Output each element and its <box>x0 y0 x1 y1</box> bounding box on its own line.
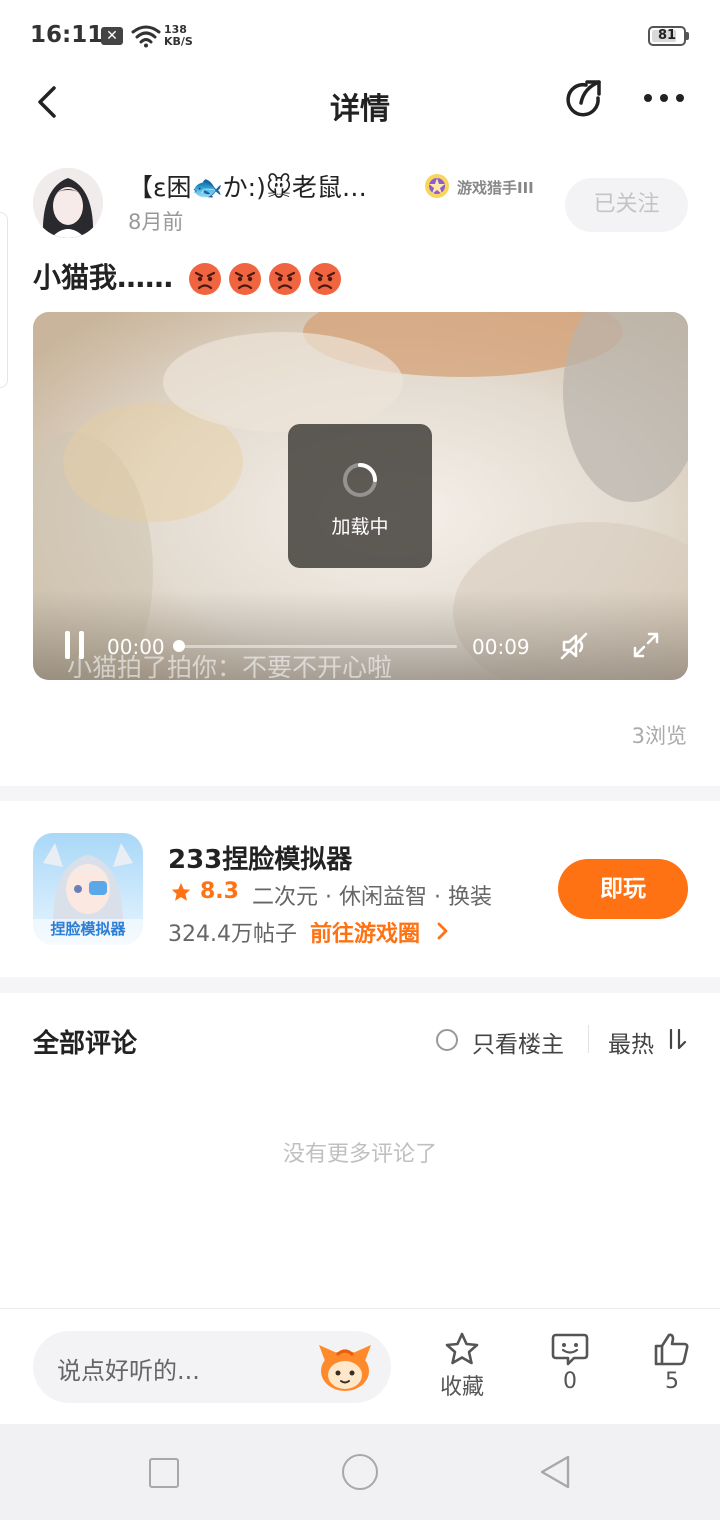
current-time: 00:00 <box>107 635 165 659</box>
loading-text: 加载中 <box>331 516 389 538</box>
pause-icon[interactable] <box>63 630 87 660</box>
fullscreen-icon[interactable] <box>631 630 661 660</box>
sort-icon[interactable] <box>665 1027 687 1051</box>
favorite-label: 收藏 <box>439 1375 484 1400</box>
comments-header: 全部评论 只看楼主 最热 <box>0 993 720 1083</box>
network-speed: 138 KB/S <box>164 24 193 48</box>
thumbs-up-icon <box>654 1333 689 1366</box>
post-title: 小猫我…… <box>33 256 347 297</box>
chevron-right-icon[interactable] <box>436 921 450 941</box>
home-icon[interactable] <box>342 1454 378 1490</box>
no-more-comments: 没有更多评论了 <box>282 1142 437 1167</box>
author-name[interactable]: 【ε困🐟か:)🐭老鼠… <box>128 168 408 204</box>
more-options-icon[interactable] <box>640 88 688 108</box>
battery-tip <box>686 32 689 40</box>
video-player[interactable]: 小猫拍了拍你：不要不开心啦 加载中 00:00 00:09 <box>33 312 688 680</box>
battery-level: 81 <box>657 28 677 43</box>
favorite-action[interactable]: 收藏 <box>422 1331 502 1401</box>
status-time: 16:11 <box>30 22 104 48</box>
mascot-icon[interactable] <box>315 1341 375 1393</box>
status-bar: 16:11 ✕ 138 KB/S 81 <box>0 0 720 72</box>
game-icon-label: 捏脸模拟器 <box>50 920 126 938</box>
loading-spinner-icon <box>343 463 377 497</box>
comment-action[interactable]: 0 <box>530 1331 610 1394</box>
play-now-button[interactable]: 即玩 <box>558 859 688 919</box>
comment-input[interactable]: 说点好听的... <box>33 1331 391 1403</box>
only-op-filter[interactable]: 只看楼主 <box>472 1025 564 1059</box>
progress-knob[interactable] <box>173 640 185 652</box>
notification-x-icon: ✕ <box>101 27 123 45</box>
game-icon[interactable]: 捏脸模拟器 <box>33 833 143 945</box>
recent-apps-icon[interactable] <box>149 1458 179 1488</box>
nav-back-icon[interactable] <box>538 1454 572 1490</box>
top-bar: 详情 <box>0 72 720 134</box>
angry-face-icon <box>188 263 221 295</box>
comment-input-placeholder: 说点好听的... <box>57 1357 200 1385</box>
follow-button[interactable]: 已关注 <box>565 178 688 232</box>
angry-face-icon <box>308 263 341 295</box>
goto-game-circle-link[interactable]: 前往游戏圈 <box>310 916 420 948</box>
badge-label: 游戏猎手III <box>457 179 534 197</box>
author-avatar[interactable] <box>33 168 103 238</box>
angry-face-icon <box>268 263 301 295</box>
angry-face-icon <box>228 263 261 295</box>
wifi-icon <box>131 25 161 48</box>
post-title-text: 小猫我…… <box>33 261 174 294</box>
network-speed-unit: KB/S <box>164 35 193 48</box>
view-count: 3浏览 <box>631 724 687 748</box>
game-hunter-badge-icon <box>425 174 449 198</box>
progress-bar[interactable] <box>175 645 457 648</box>
bottom-action-bar: 说点好听的... 收藏 0 5 <box>0 1308 720 1424</box>
mute-icon[interactable] <box>558 630 590 662</box>
sort-hot-button[interactable]: 最热 <box>608 1025 654 1059</box>
game-tags: 二次元 · 休闲益智 · 换装 <box>252 885 492 910</box>
game-name[interactable]: 233捏脸模拟器 <box>168 839 352 876</box>
filter-divider <box>588 1025 589 1053</box>
loading-indicator: 加载中 <box>288 424 432 568</box>
like-count: 5 <box>665 1369 679 1394</box>
author-row: 【ε困🐟か:)🐭老鼠… 8月前 游戏猎手III 已关注 <box>0 168 720 248</box>
section-divider <box>0 977 720 993</box>
side-drawer-handle[interactable] <box>0 212 8 388</box>
game-card[interactable]: 捏脸模拟器 233捏脸模拟器 8.3 二次元 · 休闲益智 · 换装 324.4… <box>0 801 720 977</box>
game-rating: 8.3 <box>200 879 239 904</box>
star-outline-icon <box>445 1332 479 1365</box>
battery-icon: 81 <box>648 26 686 46</box>
section-divider <box>0 786 720 801</box>
page-title: 详情 <box>330 92 390 127</box>
like-action[interactable]: 5 <box>632 1331 712 1394</box>
angry-emoji-row <box>187 261 347 297</box>
post-time: 8月前 <box>128 210 184 234</box>
star-icon <box>171 882 191 901</box>
game-post-count: 324.4万帖子 <box>168 922 297 947</box>
comments-title: 全部评论 <box>33 1029 138 1059</box>
share-icon[interactable] <box>562 78 606 122</box>
comment-bubble-icon <box>551 1333 589 1366</box>
radio-unchecked-icon[interactable] <box>435 1028 459 1052</box>
comment-count: 0 <box>563 1369 577 1394</box>
system-nav-bar <box>0 1424 720 1520</box>
total-time: 00:09 <box>472 635 530 659</box>
